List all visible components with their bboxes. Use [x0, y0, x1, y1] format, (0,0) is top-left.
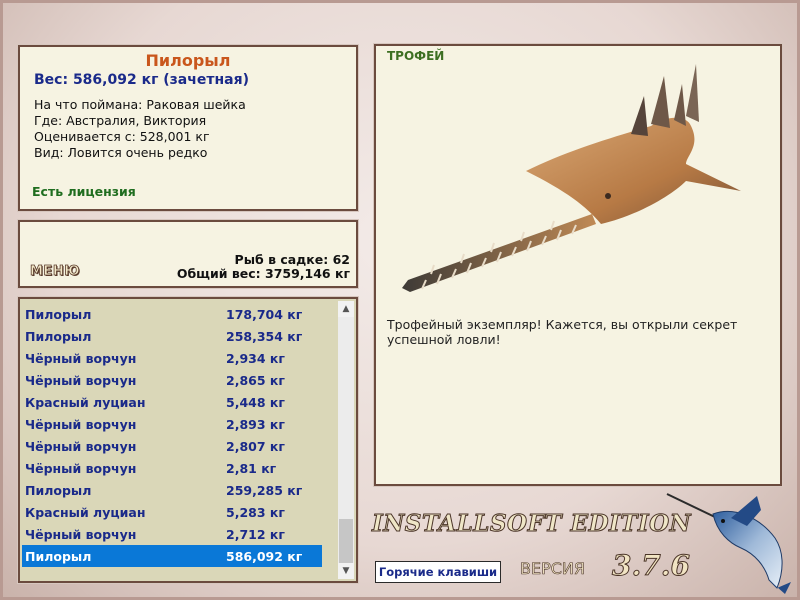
- marlin-logo-icon: [666, 493, 791, 594]
- catch-list-row[interactable]: Пилорыл 258,354 кг: [22, 325, 322, 347]
- version-label: ВЕРСИЯ: [520, 559, 586, 579]
- catch-list-row[interactable]: Красный луциан 5,448 кг: [22, 391, 322, 413]
- catch-list-row[interactable]: Чёрный ворчун 2,865 кг: [22, 369, 322, 391]
- catch-fish-name: Пилорыл: [25, 307, 92, 322]
- bait-info: На что поймана: Раковая шейка: [34, 97, 246, 112]
- catch-list-row[interactable]: Красный луциан 5,283 кг: [22, 501, 322, 523]
- catch-fish-name: Чёрный ворчун: [25, 417, 137, 432]
- catch-fish-weight: 5,448 кг: [226, 395, 285, 410]
- menu-button[interactable]: МЕНЮ: [30, 264, 80, 280]
- catch-fish-weight: 2,893 кг: [226, 417, 285, 432]
- catch-fish-name: Пилорыл: [25, 549, 92, 564]
- catch-fish-name: Чёрный ворчун: [25, 439, 137, 454]
- license-status: Есть лицензия: [32, 184, 136, 199]
- catch-fish-weight: 178,704 кг: [226, 307, 303, 322]
- catch-fish-name: Пилорыл: [25, 329, 92, 344]
- catch-fish-name: Пилорыл: [25, 483, 92, 498]
- catch-list-row[interactable]: Пилорыл 586,092 кг: [22, 545, 322, 567]
- catch-list-row[interactable]: Чёрный ворчун 2,807 кг: [22, 435, 322, 457]
- catch-list-row[interactable]: Чёрный ворчун 2,893 кг: [22, 413, 322, 435]
- fish-count: Рыб в садке: 62: [234, 252, 350, 267]
- edition-logo: INSTALLSOFT EDITION: [371, 510, 692, 538]
- catch-fish-name: Чёрный ворчун: [25, 461, 137, 476]
- catch-list-row[interactable]: Пилорыл 178,704 кг: [22, 303, 322, 325]
- valuation-info: Оценивается с: 528,001 кг: [34, 129, 210, 144]
- trophy-panel: ТРОФЕЙ Трофейный экземпляр! Кажется, вы …: [374, 44, 782, 486]
- scroll-thumb[interactable]: [339, 519, 353, 565]
- fish-info-panel: Пилорыл Вес: 586,092 кг (зачетная) На чт…: [18, 45, 358, 211]
- catch-fish-weight: 2,807 кг: [226, 439, 285, 454]
- catch-fish-weight: 5,283 кг: [226, 505, 285, 520]
- total-weight: Общий вес: 3759,146 кг: [176, 266, 350, 281]
- catch-list[interactable]: Пилорыл 178,704 кг Пилорыл 258,354 кг Чёрный…: [18, 297, 358, 583]
- catch-fish-name: Чёрный ворчун: [25, 351, 137, 366]
- catch-list-row[interactable]: Чёрный ворчун 2,81 кг: [22, 457, 322, 479]
- scroll-down-arrow-icon[interactable]: ▼: [338, 563, 354, 579]
- catch-fish-weight: 2,934 кг: [226, 351, 285, 366]
- catch-fish-name: Красный луциан: [25, 395, 146, 410]
- catch-fish-weight: 2,712 кг: [226, 527, 285, 542]
- catch-fish-weight: 259,285 кг: [226, 483, 303, 498]
- catch-fish-weight: 586,092 кг: [226, 549, 303, 564]
- fish-weight: Вес: 586,092 кг (зачетная): [34, 72, 249, 88]
- catch-fish-name: Красный луциан: [25, 505, 146, 520]
- fish-name: Пилорыл: [145, 51, 231, 70]
- sawfish-image: [402, 64, 741, 292]
- list-scrollbar[interactable]: ▲ ▼: [338, 301, 354, 579]
- hotkeys-button[interactable]: Горячие клавиши: [375, 561, 501, 583]
- location-info: Где: Австралия, Виктория: [34, 113, 207, 128]
- catch-stats-panel: МЕНЮ Рыб в садке: 62 Общий вес: 3759,146…: [18, 220, 358, 288]
- scroll-up-arrow-icon[interactable]: ▲: [338, 301, 354, 317]
- catch-fish-weight: 258,354 кг: [226, 329, 303, 344]
- catch-list-row[interactable]: Чёрный ворчун 2,712 кг: [22, 523, 322, 545]
- catch-fish-name: Чёрный ворчун: [25, 527, 137, 542]
- catch-list-row[interactable]: Пилорыл 259,285 кг: [22, 479, 322, 501]
- catch-fish-weight: 2,865 кг: [226, 373, 285, 388]
- catch-fish-name: Чёрный ворчун: [25, 373, 137, 388]
- catch-fish-weight: 2,81 кг: [226, 461, 277, 476]
- catch-list-row[interactable]: Чёрный ворчун 2,934 кг: [22, 347, 322, 369]
- trophy-description: Трофейный экземпляр! Кажется, вы открыли…: [387, 317, 738, 347]
- rarity-info: Вид: Ловится очень редко: [34, 145, 208, 160]
- catch-list-rows: Пилорыл 178,704 кг Пилорыл 258,354 кг Чёрный…: [22, 303, 322, 567]
